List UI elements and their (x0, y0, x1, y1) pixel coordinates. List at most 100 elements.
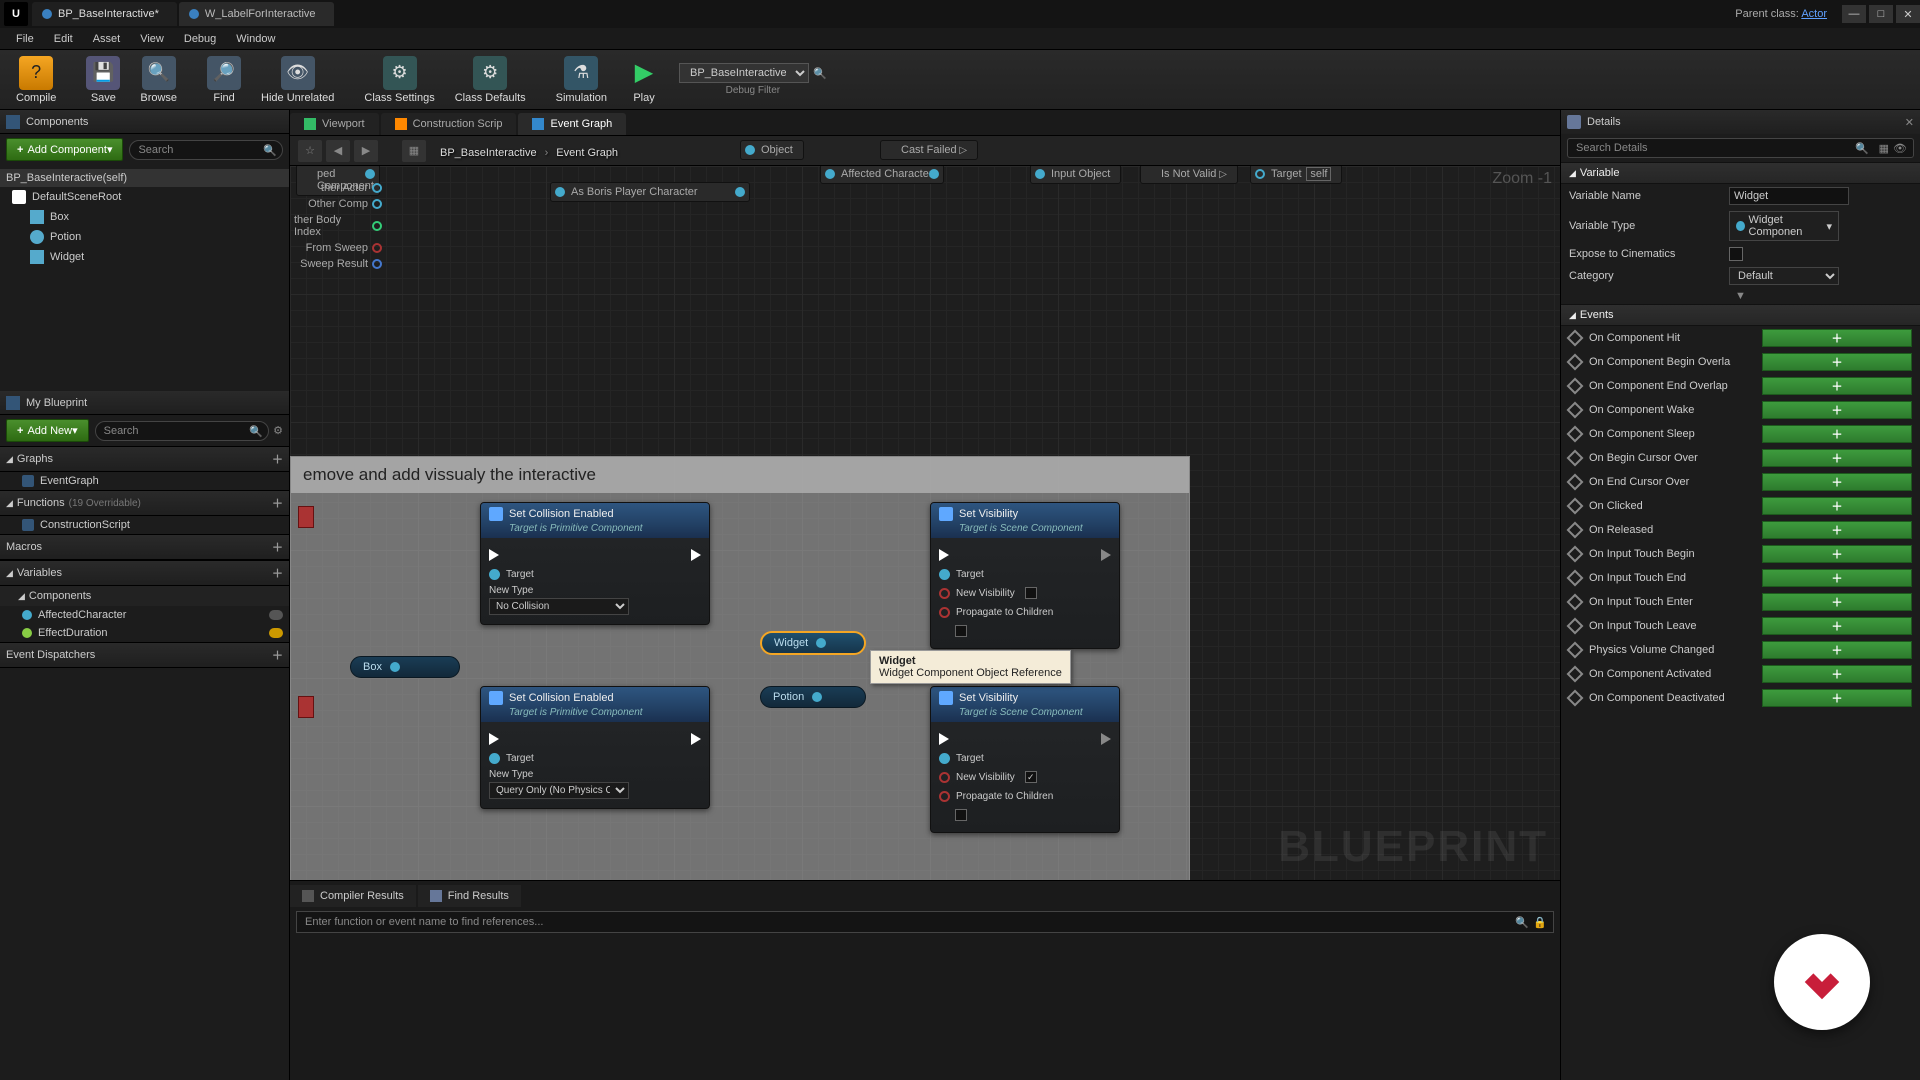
hide-unrelated-button[interactable]: 👁Hide Unrelated (251, 56, 344, 104)
exec-reroute[interactable] (298, 696, 314, 718)
category-variable[interactable]: ◢Variable (1561, 162, 1920, 184)
favorite-icon[interactable]: ☆ (298, 140, 322, 162)
varnode-potion[interactable]: Potion (760, 686, 866, 708)
add-event-button[interactable]: ＋ (1762, 545, 1912, 563)
category-select[interactable]: Default (1729, 267, 1839, 285)
graph-list-icon[interactable]: ▦ (402, 140, 426, 162)
add-event-button[interactable]: ＋ (1762, 641, 1912, 659)
pin-from-sweep[interactable]: From Sweep (290, 240, 386, 256)
varnode-box[interactable]: Box (350, 656, 460, 678)
add-macro-icon[interactable]: ＋ (272, 539, 283, 555)
tab-event-graph[interactable]: Event Graph (518, 113, 626, 135)
add-event-button[interactable]: ＋ (1762, 329, 1912, 347)
add-event-button[interactable]: ＋ (1762, 377, 1912, 395)
exec-reroute[interactable] (298, 506, 314, 528)
details-search-input[interactable]: Search Details🔍▦👁 (1567, 138, 1914, 158)
exec-in-pin[interactable] (939, 549, 949, 561)
editor-tab-bp-baseinteractive[interactable]: BP_BaseInteractive* (32, 2, 177, 26)
section-variables[interactable]: ◢Variables＋ (0, 560, 289, 586)
category-events[interactable]: ◢Events (1561, 304, 1920, 326)
find-button[interactable]: 🔎Find (197, 56, 251, 104)
new-visibility-pin[interactable] (939, 772, 950, 783)
eye-icon[interactable]: 👁 (1893, 142, 1907, 155)
new-visibility-checkbox[interactable] (1025, 587, 1037, 599)
target-pin[interactable] (939, 569, 950, 580)
tab-viewport[interactable]: Viewport (290, 113, 379, 135)
propagate-pin[interactable] (939, 791, 950, 802)
pin-sweep-result[interactable]: Sweep Result (290, 256, 386, 272)
add-event-button[interactable]: ＋ (1762, 569, 1912, 587)
menu-window[interactable]: Window (226, 30, 285, 48)
add-graph-icon[interactable]: ＋ (272, 451, 283, 467)
component-widget[interactable]: Widget (0, 247, 289, 267)
parent-class-link[interactable]: Actor (1801, 8, 1827, 20)
variable-effectduration[interactable]: EffectDuration (0, 624, 289, 642)
nav-back-icon[interactable]: ◀ (326, 140, 350, 162)
exec-out-pin[interactable] (691, 733, 701, 745)
add-event-button[interactable]: ＋ (1762, 473, 1912, 491)
section-functions[interactable]: ◢Functions(19 Overridable)＋ (0, 490, 289, 516)
pin-other-actor[interactable]: ther Actor (290, 180, 386, 196)
visibility-toggle-icon[interactable] (269, 628, 283, 638)
minimize-button[interactable]: — (1842, 5, 1866, 23)
function-constructionscript[interactable]: ConstructionScript (0, 516, 289, 534)
variable-affectedcharacter[interactable]: AffectedCharacter (0, 606, 289, 624)
propagate-pin[interactable] (939, 607, 950, 618)
add-event-button[interactable]: ＋ (1762, 521, 1912, 539)
add-event-button[interactable]: ＋ (1762, 353, 1912, 371)
editor-tab-w-labelforinteractive[interactable]: W_LabelForInteractive (179, 2, 334, 26)
add-function-icon[interactable]: ＋ (272, 495, 283, 511)
node-set-collision-enabled-2[interactable]: Set Collision Enabled Target is Primitiv… (480, 686, 710, 809)
add-event-button[interactable]: ＋ (1762, 593, 1912, 611)
class-settings-button[interactable]: ⚙Class Settings (354, 56, 444, 104)
add-variable-icon[interactable]: ＋ (272, 565, 283, 581)
browse-button[interactable]: 🔍Browse (130, 56, 187, 104)
exec-out-pin[interactable] (691, 549, 701, 561)
pin-other-body-index[interactable]: ther Body Index (290, 212, 386, 240)
add-event-button[interactable]: ＋ (1762, 425, 1912, 443)
tab-construction-script[interactable]: Construction Scrip (381, 113, 517, 135)
propagate-checkbox[interactable] (955, 625, 967, 637)
section-macros[interactable]: Macros＋ (0, 534, 289, 560)
nav-forward-icon[interactable]: ▶ (354, 140, 378, 162)
menu-debug[interactable]: Debug (174, 30, 226, 48)
menu-asset[interactable]: Asset (83, 30, 131, 48)
graph-canvas[interactable]: Zoom -1 BLUEPRINT ped Component As Boris… (290, 166, 1560, 880)
new-type-select[interactable]: Query Only (No Physics Collision) (489, 782, 629, 799)
compile-button[interactable]: ?Compile (6, 56, 66, 104)
target-pin[interactable] (489, 753, 500, 764)
tab-compiler-results[interactable]: Compiler Results (290, 885, 416, 907)
add-new-button[interactable]: Add New ▾ (6, 419, 89, 442)
menu-file[interactable]: File (6, 30, 44, 48)
new-visibility-pin[interactable] (939, 588, 950, 599)
section-event-dispatchers[interactable]: Event Dispatchers＋ (0, 642, 289, 668)
node-set-collision-enabled-1[interactable]: Set Collision Enabled Target is Primitiv… (480, 502, 710, 625)
component-self[interactable]: BP_BaseInteractive(self) (0, 169, 289, 187)
lock-icon[interactable]: 🔒 (1533, 916, 1547, 929)
node-pin-input-object[interactable]: Input Object (1030, 166, 1121, 184)
visibility-toggle-icon[interactable] (269, 610, 283, 620)
exec-in-pin[interactable] (489, 549, 499, 561)
debug-find-icon[interactable]: 🔍 (813, 67, 827, 80)
add-event-button[interactable]: ＋ (1762, 689, 1912, 707)
new-visibility-checkbox[interactable] (1025, 771, 1037, 783)
pin-other-comp[interactable]: Other Comp (290, 196, 386, 212)
node-set-visibility-1[interactable]: Set Visibility Target is Scene Component… (930, 502, 1120, 649)
filter-icon[interactable]: ⚙ (273, 424, 283, 437)
varnode-widget[interactable]: Widget (760, 631, 866, 655)
find-references-input[interactable]: Enter function or event name to find ref… (296, 911, 1554, 933)
components-search-input[interactable]: Search🔍 (129, 140, 283, 160)
save-button[interactable]: 💾Save (76, 56, 130, 104)
node-pin-affected-character[interactable]: Affected Character (820, 166, 944, 184)
variable-name-input[interactable] (1729, 187, 1849, 205)
menu-edit[interactable]: Edit (44, 30, 83, 48)
close-button[interactable]: ✕ (1896, 5, 1920, 23)
variable-type-select[interactable]: Widget Componen▾ (1729, 211, 1839, 241)
exec-out-pin[interactable] (1101, 549, 1111, 561)
target-pin[interactable] (489, 569, 500, 580)
exec-in-pin[interactable] (489, 733, 499, 745)
component-defaultsceneroot[interactable]: DefaultSceneRoot (0, 187, 289, 207)
expand-icon[interactable]: ▼ (1561, 288, 1920, 304)
node-set-visibility-2[interactable]: Set Visibility Target is Scene Component… (930, 686, 1120, 833)
menu-view[interactable]: View (130, 30, 174, 48)
